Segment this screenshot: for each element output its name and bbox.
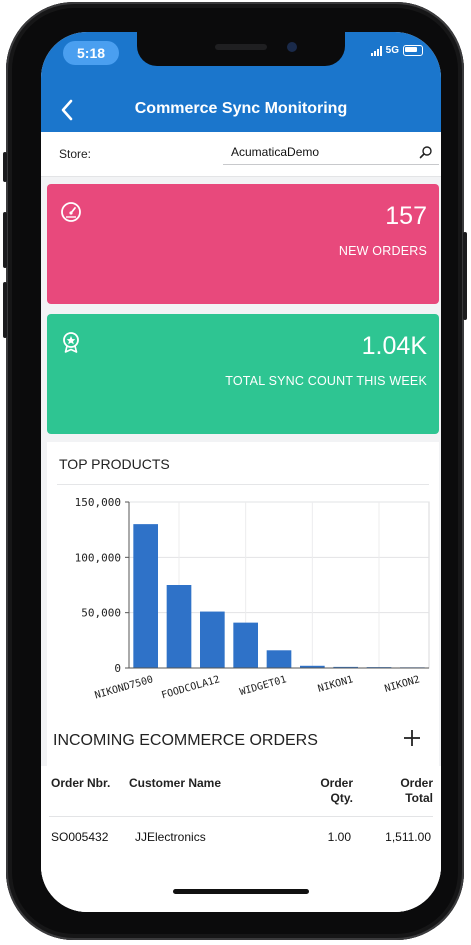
top-products-chart: 150,000 100,000 50,000 0NIKOND7500 FOODCOLA1… (75, 496, 430, 701)
chart-bar (200, 611, 225, 668)
speaker (215, 44, 267, 50)
sync-count-tile[interactable]: 1.04K TOTAL SYNC COUNT THIS WEEK (47, 314, 439, 434)
signal-icon (370, 45, 382, 56)
status-bar: 5:18 5G (41, 32, 441, 88)
order-total-cell: 1,511.00 (385, 830, 431, 844)
volume-up-button (3, 212, 7, 268)
main-content: Store: AcumaticaDemo 157 NEW ORDERS 1.04… (41, 132, 441, 912)
chart-y-tick-label: 0 (114, 662, 121, 675)
top-products-panel: TOP PRODUCTS 150,000 100,000 50,000 0 NIKOND… (47, 442, 439, 766)
page-title: Commerce Sync Monitoring (134, 100, 348, 117)
navigation-bar: Commerce Sync Monitoring (41, 88, 441, 132)
column-header-order-total[interactable]: Order Total (387, 776, 433, 806)
top-products-title: TOP PRODUCTS (59, 456, 170, 472)
chart-y-tick-label: 150,000 (75, 496, 121, 509)
column-header-customer[interactable]: Customer Name (129, 776, 221, 791)
power-button (463, 232, 467, 320)
speedometer-icon (61, 202, 81, 222)
chart-x-tick-label: WIDGET01 (238, 674, 287, 698)
new-orders-caption: NEW ORDERS (338, 244, 427, 258)
chart-bar (233, 622, 258, 668)
chart-x-tick-label: FOODCOLA12 (160, 674, 221, 701)
chart-bar (133, 524, 158, 668)
mute-switch (3, 152, 7, 182)
order-qty-cell: 1.00 (327, 830, 351, 844)
column-header-order-qty[interactable]: Order Qty. (309, 776, 353, 806)
chart-bar (266, 650, 292, 668)
app-screen: 5:18 5G Commerce Sync Monitoring Store: (41, 32, 441, 912)
chart-x-tick-label: NIKON1 (317, 674, 355, 695)
section-divider (57, 484, 429, 485)
search-icon[interactable] (419, 145, 433, 159)
camera (287, 42, 297, 52)
phone-frame: 5:18 5G Commerce Sync Monitoring Store: (3, 2, 467, 940)
chart-x-tick-label: NIKON2 (383, 674, 421, 695)
order-nbr-cell: SO005432 (51, 830, 109, 844)
column-header-order-nbr[interactable]: Order Nbr. (51, 776, 111, 791)
orders-section-title: INCOMING ECOMMERCE ORDERS (53, 732, 318, 749)
volume-down-button (3, 282, 7, 338)
store-label: Store: (59, 147, 92, 161)
battery-icon (403, 45, 423, 56)
notch (137, 32, 345, 66)
home-indicator (173, 889, 309, 894)
store-filter-row: Store: AcumaticaDemo (41, 132, 441, 177)
store-value: AcumaticaDemo (231, 145, 320, 159)
new-orders-count: 157 (385, 202, 427, 230)
chart-x-tick-label: NIKOND7500 (94, 674, 155, 701)
new-orders-tile[interactable]: 157 NEW ORDERS (47, 184, 439, 304)
header-divider (49, 816, 433, 817)
add-order-icon[interactable] (399, 725, 425, 751)
status-time: 5:18 (63, 41, 120, 65)
customer-cell: JJElectronics (135, 830, 206, 844)
system-icons: 5G (370, 45, 423, 56)
sync-count-caption: TOTAL SYNC COUNT THIS WEEK (225, 374, 427, 388)
orders-table: Order Nbr. Customer Name Order Qty. Orde… (41, 766, 441, 912)
chart-bar (166, 585, 192, 668)
chart-y-tick-label: 50,000 (81, 607, 121, 620)
award-badge-icon (63, 332, 79, 353)
chart-y-tick-label: 100,000 (75, 551, 121, 564)
store-selector-field[interactable]: AcumaticaDemo (223, 142, 439, 165)
network-label: 5G (385, 45, 399, 56)
sync-count-value: 1.04K (361, 332, 427, 360)
